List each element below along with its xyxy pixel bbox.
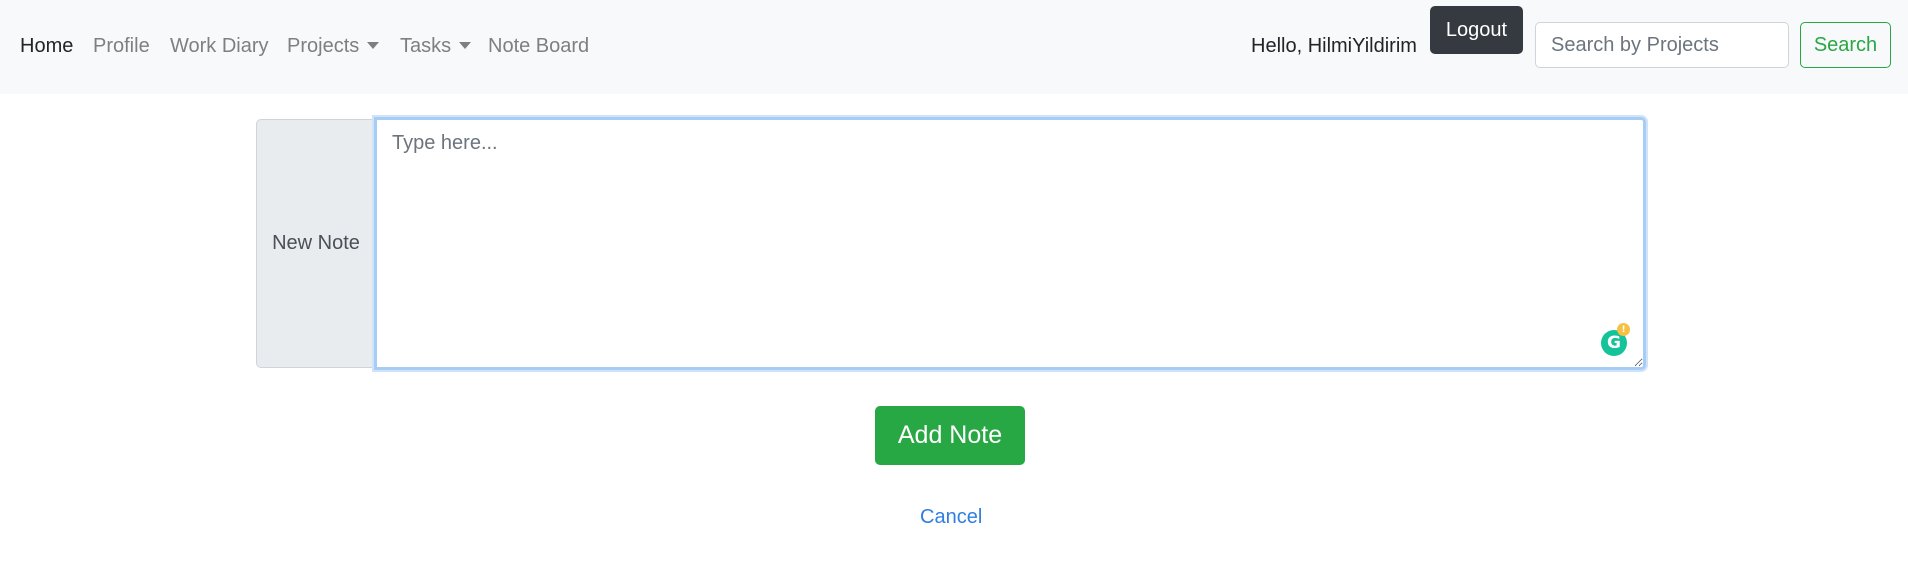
note-textarea[interactable] — [374, 117, 1646, 370]
caret-down-icon — [367, 42, 380, 49]
cancel-link[interactable]: Cancel — [920, 506, 982, 529]
nav-tasks-label: Tasks — [400, 35, 452, 57]
search-button[interactable]: Search — [1800, 22, 1891, 68]
user-greeting: Hello, HilmiYildirim — [1251, 35, 1417, 57]
logout-button[interactable]: Logout — [1430, 6, 1523, 54]
caret-down-icon — [459, 42, 472, 49]
add-note-button[interactable]: Add Note — [875, 406, 1025, 465]
grammarly-alert-icon: ! — [1617, 323, 1630, 336]
new-note-label: New Note — [256, 119, 376, 368]
nav-tasks-dropdown[interactable]: Tasks — [400, 33, 472, 59]
search-input[interactable] — [1535, 22, 1789, 68]
nav-work-diary[interactable]: Work Diary — [170, 33, 269, 59]
nav-home[interactable]: Home — [20, 33, 73, 59]
nav-projects-dropdown[interactable]: Projects — [287, 33, 380, 59]
nav-note-board[interactable]: Note Board — [488, 33, 589, 59]
navbar: Home Profile Work Diary Projects Tasks N… — [0, 0, 1908, 94]
nav-profile[interactable]: Profile — [93, 33, 150, 59]
nav-projects-label: Projects — [287, 35, 360, 57]
